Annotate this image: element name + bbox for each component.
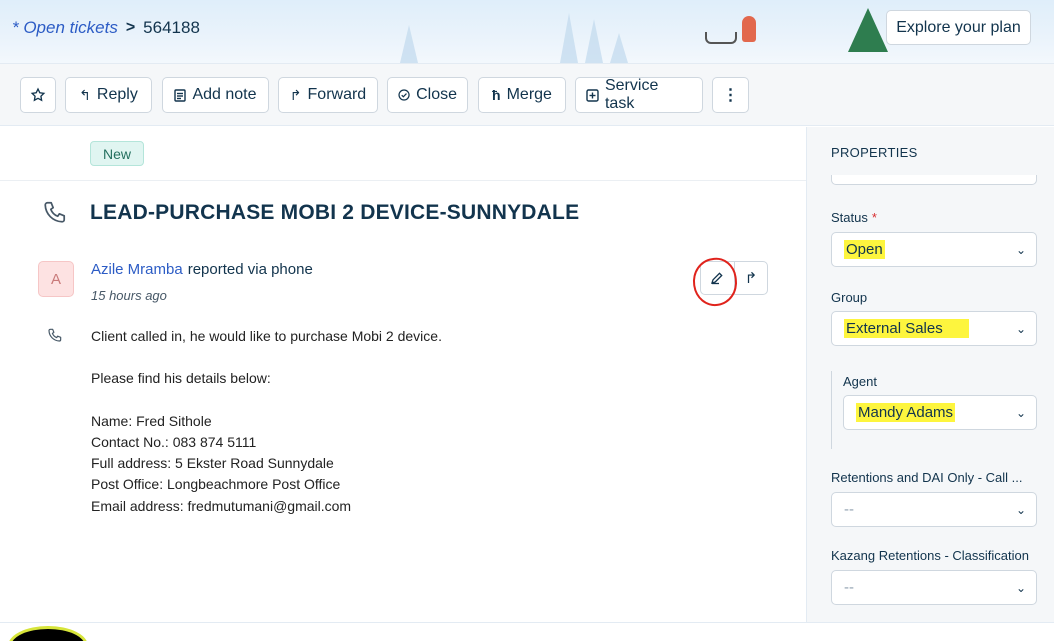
service-task-label: Service task — [604, 77, 659, 112]
properties-panel: PROPERTIES Status * Open ⌄ Group External… — [807, 127, 1054, 622]
status-badge-row: New — [0, 127, 806, 181]
agent-indent-bar — [831, 371, 832, 449]
chevron-down-icon: ⌄ — [1015, 243, 1026, 257]
kid-illustration — [742, 16, 756, 42]
agent-select[interactable]: Mandy Adams ⌄ — [843, 395, 1037, 430]
ticket-toolbar: ↰ Reply Add note ↱ Forward Close ħ Merge… — [0, 64, 1054, 126]
status-select[interactable]: Open ⌄ — [831, 232, 1037, 267]
description-line: Name: Fred Sithole — [91, 412, 212, 429]
footer-divider — [0, 622, 1054, 623]
forward-label: Forward — [307, 86, 367, 103]
breadcrumb: * Open tickets > 564188 — [12, 18, 200, 38]
close-label: Close — [416, 86, 457, 103]
star-icon — [30, 87, 46, 102]
kazang-value: -- — [844, 579, 854, 596]
explore-plan-button[interactable]: Explore your plan — [886, 10, 1031, 45]
service-task-button[interactable]: Service task — [575, 77, 703, 113]
kazang-select[interactable]: -- ⌄ — [831, 570, 1037, 605]
chevron-down-icon: ⌄ — [1015, 406, 1026, 420]
forward-icon: ↱ — [289, 86, 302, 103]
description-line — [91, 347, 442, 368]
forward-message-button[interactable]: ↱ — [733, 262, 767, 294]
forward-button[interactable]: ↱ Forward — [278, 77, 378, 113]
kazang-label: Kazang Retentions - Classification — [831, 548, 1029, 563]
decorative-tree — [585, 19, 603, 63]
ticket-subject: LEAD-PURCHASE MOBI 2 DEVICE-SUNNYDALE — [90, 201, 580, 224]
ticket-conversation-pane: New LEAD-PURCHASE MOBI 2 DEVICE-SUNNYDAL… — [0, 127, 806, 627]
status-badge: New — [90, 141, 145, 166]
decorative-tree — [400, 25, 418, 63]
merge-button[interactable]: ħ Merge — [478, 77, 566, 113]
ticket-id: 564188 — [143, 18, 200, 37]
star-button[interactable] — [20, 77, 56, 113]
chevron-down-icon: ⌄ — [1015, 322, 1026, 336]
check-circle-icon — [398, 89, 410, 101]
floating-widget[interactable] — [8, 626, 88, 641]
decorative-tree — [610, 33, 628, 63]
properties-title: PROPERTIES — [831, 145, 918, 160]
kebab-menu-icon: ⋮ — [722, 87, 739, 104]
status-label: Status * — [831, 210, 877, 225]
field-partial — [831, 175, 1037, 185]
chevron-down-icon: ⌄ — [1015, 581, 1026, 595]
retentions-label: Retentions and DAI Only - Call ... — [831, 470, 1023, 485]
group-value: External Sales — [844, 319, 969, 338]
group-label: Group — [831, 290, 868, 305]
sled-illustration — [705, 32, 737, 44]
merge-icon: ħ — [492, 87, 501, 103]
reply-label: Reply — [96, 86, 138, 103]
required-marker: * — [871, 210, 877, 225]
reporter-name-link[interactable]: Azile Mramba — [91, 261, 183, 278]
description-line: Post Office: Longbeachmore Post Office — [91, 476, 341, 493]
timestamp: 15 hours ago — [91, 288, 167, 303]
phone-icon — [48, 328, 62, 342]
phone-icon — [44, 201, 66, 223]
reporter-channel: reported via phone — [187, 261, 313, 278]
chevron-down-icon: ⌄ — [1015, 503, 1026, 517]
description-line: Contact No.: 083 874 5111 — [91, 433, 257, 450]
note-icon — [174, 88, 187, 102]
forward-arrow-icon: ↱ — [744, 270, 758, 287]
add-note-button[interactable]: Add note — [162, 77, 269, 113]
description-line — [91, 390, 442, 411]
christmas-tree-illustration — [848, 8, 888, 52]
description-line: Client called in, he would like to purch… — [91, 328, 442, 344]
header-banner: * Open tickets > 564188 Explore your pla… — [0, 0, 1054, 64]
retentions-select[interactable]: -- ⌄ — [831, 492, 1037, 527]
agent-value: Mandy Adams — [856, 403, 956, 422]
ticket-description: Client called in, he would like to purch… — [91, 326, 442, 517]
more-options-button[interactable]: ⋮ — [712, 77, 749, 113]
reporter-line: Azile Mramba reported via phone — [91, 261, 313, 278]
merge-label: Merge — [506, 86, 552, 103]
retentions-value: -- — [844, 501, 854, 518]
close-button[interactable]: Close — [387, 77, 468, 113]
group-select[interactable]: External Sales ⌄ — [831, 311, 1037, 346]
description-line: Please find his details below: — [91, 370, 271, 387]
reply-icon: ↰ — [79, 86, 91, 103]
reply-button[interactable]: ↰ Reply — [65, 77, 152, 113]
breadcrumb-open-tickets-link[interactable]: * Open tickets — [12, 18, 118, 38]
plus-square-icon — [586, 88, 599, 102]
breadcrumb-chevron-icon: > — [125, 19, 136, 36]
add-note-label: Add note — [192, 86, 257, 103]
description-line: Full address: 5 Ekster Road Sunnydale — [91, 455, 334, 472]
agent-label: Agent — [843, 374, 877, 389]
avatar: A — [38, 261, 74, 297]
decorative-tree — [560, 13, 578, 63]
status-value: Open — [844, 240, 885, 259]
description-line: Email address: fredmutumani@gmail.com — [91, 497, 352, 514]
